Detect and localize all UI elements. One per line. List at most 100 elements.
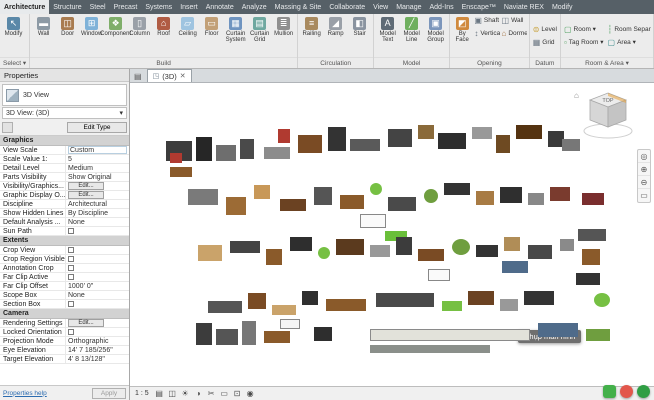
property-value[interactable]: Architectural (66, 200, 129, 208)
visual-style-icon[interactable]: ◫ (167, 388, 178, 399)
property-value[interactable]: 1000' 0" (66, 282, 129, 290)
viewcube-home-icon[interactable]: ⌂ (574, 91, 579, 100)
model-element[interactable] (242, 321, 256, 345)
model-element[interactable] (216, 329, 238, 345)
property-value[interactable]: 5 (66, 155, 129, 163)
model-element[interactable] (302, 291, 318, 305)
checkbox[interactable] (68, 329, 74, 335)
model-element[interactable] (594, 293, 610, 307)
property-value[interactable] (66, 273, 129, 281)
model-element[interactable] (208, 301, 242, 313)
ribbon-tab-precast[interactable]: Precast (110, 0, 142, 14)
tool-dormer[interactable]: ⌂Dormer (501, 28, 527, 39)
model-element[interactable] (170, 167, 192, 177)
edit-button[interactable]: Edit... (68, 191, 104, 199)
ribbon-panel-label-opening[interactable]: Opening (450, 57, 529, 68)
model-element[interactable] (586, 329, 610, 341)
model-element[interactable] (280, 199, 306, 211)
checkbox[interactable] (68, 274, 74, 280)
tool-room-separator[interactable]: ┆Room Separator (607, 24, 652, 35)
ribbon-tab-view[interactable]: View (369, 0, 392, 14)
model-element[interactable] (370, 245, 390, 257)
tool-component[interactable]: ❖Component (104, 15, 127, 37)
property-value[interactable]: By Discipline (66, 209, 129, 217)
model-element[interactable] (326, 299, 366, 311)
model-element[interactable] (278, 129, 290, 143)
model-element[interactable] (226, 197, 246, 215)
model-element[interactable] (468, 291, 494, 305)
zoom-out-icon[interactable]: ⊖ (638, 176, 650, 189)
apply-button[interactable]: Apply (92, 388, 126, 399)
property-value[interactable]: Show Original (66, 173, 129, 181)
checkbox[interactable] (68, 265, 74, 271)
ribbon-tab-insert[interactable]: Insert (176, 0, 202, 14)
views-icon[interactable]: ▤ (132, 72, 144, 82)
model-element[interactable] (500, 299, 518, 311)
model-element[interactable] (424, 189, 438, 203)
tool-shaft[interactable]: ▣Shaft (473, 15, 499, 26)
tool-model-line[interactable]: ╱Model Line (400, 15, 423, 44)
property-group-graphics[interactable]: Graphics (0, 136, 129, 146)
model-element[interactable] (264, 331, 290, 343)
checkbox[interactable] (68, 247, 74, 253)
ribbon-panel-label-model[interactable]: Model (374, 57, 449, 68)
model-element[interactable] (170, 153, 182, 163)
model-element[interactable] (560, 239, 574, 251)
tool-curtain-grid[interactable]: ▤Curtain Grid (248, 15, 271, 44)
model-element[interactable] (248, 293, 266, 309)
property-value[interactable] (66, 227, 129, 235)
model-element[interactable] (504, 237, 520, 251)
model-canvas[interactable]: ⌂ TOP ◎⊕⊖▭ Chụp màn hình (130, 83, 654, 386)
model-element[interactable] (452, 239, 470, 255)
property-value[interactable]: Edit... (66, 319, 129, 327)
tool-door[interactable]: ◫Door (56, 15, 79, 37)
tool-vertical[interactable]: ↕Vertical (473, 28, 499, 39)
ribbon-tab-add-ins[interactable]: Add-Ins (425, 0, 457, 14)
property-value[interactable]: Edit... (66, 191, 129, 199)
model-element[interactable] (496, 135, 510, 153)
model-element[interactable] (318, 247, 330, 259)
ribbon-tab-naviate-rex[interactable]: Naviate REX (500, 0, 548, 14)
model-element[interactable] (524, 291, 554, 305)
model-element[interactable] (476, 245, 498, 257)
ribbon-tab-architecture[interactable]: Architecture (0, 0, 49, 14)
model-element[interactable] (280, 319, 300, 329)
ribbon-tab-steel[interactable]: Steel (86, 0, 110, 14)
properties-filter-icon[interactable] (2, 122, 13, 133)
tool-area[interactable]: ▢Area ▾ (607, 37, 652, 48)
model-element[interactable] (418, 249, 444, 261)
model-element[interactable] (370, 345, 490, 353)
model-element[interactable] (272, 305, 296, 315)
model-element[interactable] (438, 133, 466, 149)
checkbox[interactable] (68, 301, 74, 307)
tool-wall[interactable]: ▬Wall (32, 15, 55, 37)
value-input[interactable]: Custom (68, 146, 127, 154)
property-value[interactable]: Orthographic (66, 337, 129, 345)
property-value[interactable]: None (66, 291, 129, 299)
viewcube-top-label[interactable]: TOP (602, 98, 614, 104)
edit-button[interactable]: Edit... (68, 182, 104, 190)
edit-type-button[interactable]: Edit Type (67, 122, 127, 133)
model-element[interactable] (388, 197, 416, 211)
model-element[interactable] (418, 125, 434, 139)
model-element[interactable] (576, 273, 600, 285)
model-element[interactable] (188, 189, 218, 205)
model-element[interactable] (442, 301, 462, 311)
properties-help-link[interactable]: Properties help (3, 390, 47, 397)
model-element[interactable] (254, 185, 270, 199)
ribbon-tab-massing-site[interactable]: Massing & Site (271, 0, 326, 14)
model-element[interactable] (196, 137, 212, 161)
model-element[interactable] (314, 187, 332, 205)
model-element[interactable] (216, 145, 236, 161)
model-element[interactable] (264, 147, 290, 159)
zoom-in-icon[interactable]: ⊕ (638, 163, 650, 176)
model-element[interactable] (582, 193, 604, 205)
ribbon-tab-systems[interactable]: Systems (141, 0, 176, 14)
ribbon-panel-label-datum[interactable]: Datum (530, 57, 560, 68)
property-group-camera[interactable]: Camera (0, 309, 129, 319)
tool-by-face[interactable]: ◩By Face (452, 15, 472, 44)
tool-level[interactable]: ⊜Level (532, 24, 558, 35)
model-element[interactable] (370, 183, 382, 195)
model-element[interactable] (476, 191, 494, 205)
shadows-icon[interactable]: ◑ (193, 388, 204, 399)
